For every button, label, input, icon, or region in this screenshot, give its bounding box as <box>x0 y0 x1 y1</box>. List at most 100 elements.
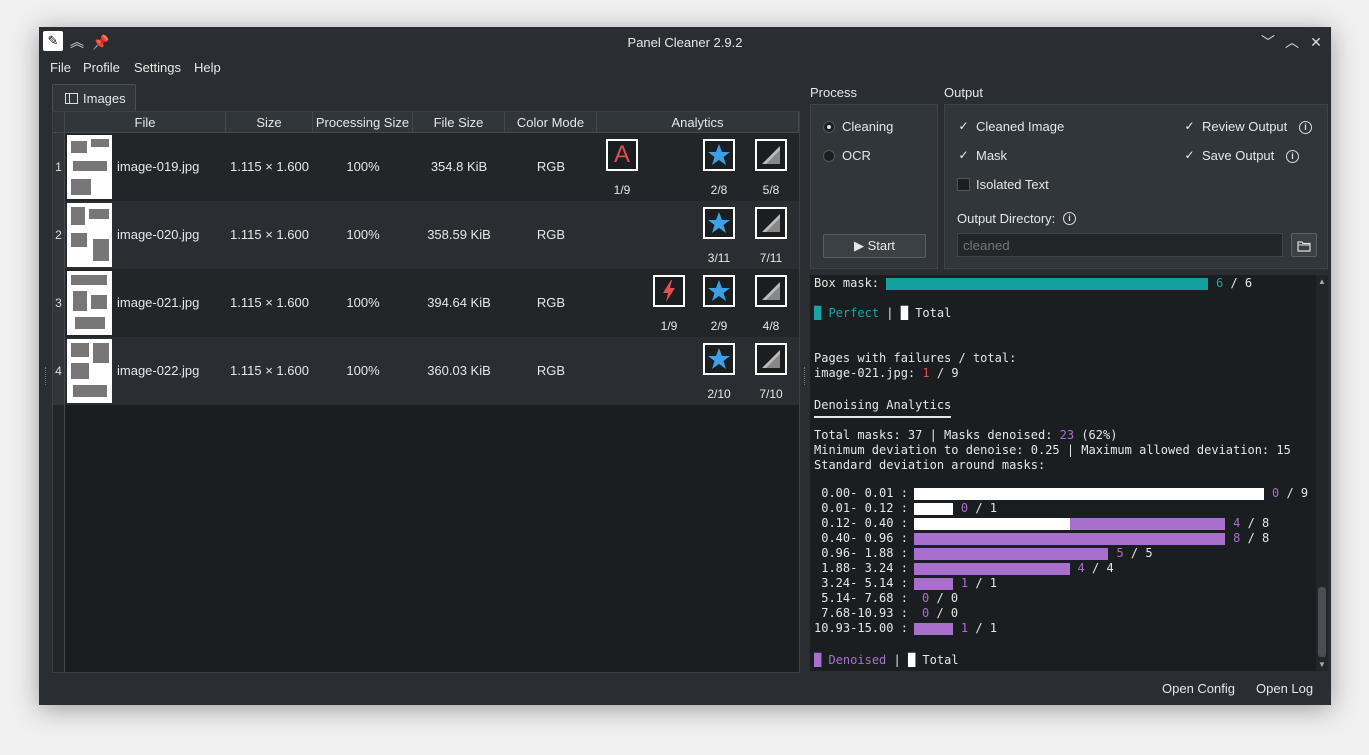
title-bar: ✎ ︽ 📌 Panel Cleaner 2.9.2 ﹀ ︿ ✕ <box>39 27 1331 57</box>
histogram-range-label: 0.40- 0.96 : <box>814 531 908 545</box>
processing-size: 100% <box>346 295 380 310</box>
letter-a-icon[interactable]: A <box>606 139 638 171</box>
histogram-count: 1 / 1 <box>960 621 998 635</box>
column-header-file-size[interactable]: File Size <box>413 112 505 133</box>
cleaning-radio[interactable] <box>823 121 835 133</box>
open-config-button[interactable]: Open Config <box>1162 681 1235 696</box>
file-name: image-020.jpg <box>117 227 200 242</box>
save-output-checkbox[interactable]: ✓ <box>1183 149 1196 162</box>
browse-folder-button[interactable] <box>1291 233 1317 257</box>
main-window: ✎ ︽ 📌 Panel Cleaner 2.9.2 ﹀ ︿ ✕ File Pro… <box>39 27 1331 705</box>
menu-help[interactable]: Help <box>194 60 221 75</box>
histogram-denoised-bar <box>914 533 1226 545</box>
ocr-radio[interactable] <box>823 150 835 162</box>
row-number[interactable]: 3 <box>53 269 65 337</box>
scroll-thumb[interactable] <box>1318 587 1326 657</box>
column-header-size[interactable]: Size <box>226 112 313 133</box>
lightning-icon[interactable] <box>653 275 685 307</box>
failures-line: image-021.jpg: 1 / 9 <box>814 366 959 380</box>
scroll-up-icon[interactable]: ▲ <box>1318 277 1326 286</box>
mask-gradient-icon[interactable] <box>755 139 787 171</box>
star-icon[interactable] <box>703 207 735 239</box>
review-output-checkbox[interactable]: ✓ <box>1183 120 1196 133</box>
histogram-range-label: 3.24- 5.14 : <box>814 576 908 590</box>
analytics-label: 3/11 <box>707 251 731 265</box>
column-header-file[interactable]: File <box>65 112 226 133</box>
histogram-range-label: 5.14- 7.68 : <box>814 591 908 605</box>
review-output-info-icon[interactable]: i <box>1299 121 1312 134</box>
file-name: image-019.jpg <box>117 159 200 174</box>
output-console[interactable]: Box mask: 6 / 6 █ Perfect | █ Total Page… <box>810 275 1316 671</box>
row-header-corner <box>53 112 65 133</box>
star-icon[interactable] <box>703 275 735 307</box>
minimize-icon[interactable]: ﹀ <box>1258 32 1278 52</box>
window-title: Panel Cleaner 2.9.2 <box>627 35 743 50</box>
thumbnail <box>67 339 112 403</box>
splitter-handle-middle[interactable] <box>804 367 807 385</box>
star-icon[interactable] <box>703 139 735 171</box>
menu-profile[interactable]: Profile <box>83 60 120 75</box>
output-directory-label: Output Directory: <box>957 211 1056 226</box>
cleaned-image-checkbox[interactable]: ✓ <box>957 120 970 133</box>
isolated-text-label[interactable]: Isolated Text <box>976 177 1049 192</box>
analytics-label: 2/10 <box>707 387 731 401</box>
start-button-label: Start <box>867 238 896 253</box>
row-number[interactable]: 2 <box>53 201 65 269</box>
menu-file[interactable]: File <box>50 60 71 75</box>
save-output-label[interactable]: Save Output <box>1202 148 1274 163</box>
histogram-range-label: 1.88- 3.24 : <box>814 561 908 575</box>
menu-bar: File Profile Settings Help <box>39 57 1331 79</box>
output-section-label: Output <box>944 85 984 100</box>
thumbnail <box>67 135 112 199</box>
scroll-down-icon[interactable]: ▼ <box>1318 660 1326 669</box>
mask-gradient-icon[interactable] <box>755 343 787 375</box>
output-directory-info-icon[interactable]: i <box>1063 212 1076 225</box>
open-log-button[interactable]: Open Log <box>1256 681 1313 696</box>
star-icon[interactable] <box>703 343 735 375</box>
processing-size: 100% <box>346 227 380 242</box>
file-name: image-022.jpg <box>117 363 200 378</box>
mask-gradient-icon[interactable] <box>755 207 787 239</box>
output-directory-input[interactable] <box>957 233 1283 257</box>
table-row[interactable]: image-021.jpg 1.115 × 1.600 100% 394.64 … <box>65 269 799 337</box>
start-button[interactable]: ▶ Start <box>823 234 926 258</box>
table-row[interactable]: image-019.jpg 1.115 × 1.600 100% 354.8 K… <box>65 133 799 201</box>
analytics-label: 1/9 <box>613 183 631 197</box>
column-header-processing-size[interactable]: Processing Size <box>313 112 413 133</box>
splitter-handle-left[interactable] <box>45 367 48 385</box>
table-row[interactable]: image-022.jpg 1.115 × 1.600 100% 360.03 … <box>65 337 799 405</box>
review-output-label[interactable]: Review Output <box>1202 119 1287 134</box>
play-icon: ▶ <box>853 238 868 253</box>
column-header-color-mode[interactable]: Color Mode <box>505 112 597 133</box>
analytics-label: 4/8 <box>762 319 780 333</box>
row-number[interactable]: 1 <box>53 133 65 201</box>
analytics-label: 7/10 <box>759 387 783 401</box>
cleaned-image-label[interactable]: Cleaned Image <box>976 119 1064 134</box>
image-list-icon <box>65 93 78 104</box>
color-mode: RGB <box>536 295 566 310</box>
row-number[interactable]: 4 <box>53 337 65 405</box>
isolated-text-checkbox[interactable] <box>957 178 970 191</box>
image-size: 1.115 × 1.600 <box>230 295 309 310</box>
histogram-count: 5 / 5 <box>1116 546 1153 560</box>
close-icon[interactable]: ✕ <box>1306 32 1326 52</box>
process-section-label: Process <box>810 85 857 100</box>
console-scrollbar[interactable]: ▲ ▼ <box>1316 275 1328 671</box>
cleaning-label[interactable]: Cleaning <box>842 119 893 134</box>
table-row[interactable]: image-020.jpg 1.115 × 1.600 100% 358.59 … <box>65 201 799 269</box>
legend-denoised-total: █ Denoised | █ Total <box>814 653 959 667</box>
tab-images[interactable]: Images <box>52 84 136 113</box>
mask-gradient-icon[interactable] <box>755 275 787 307</box>
mask-checkbox[interactable]: ✓ <box>957 149 970 162</box>
output-group: ✓ Cleaned Image ✓ Mask Isolated Text ✓ R… <box>944 104 1328 269</box>
analytics-label: 7/11 <box>759 251 783 265</box>
column-header-analytics[interactable]: Analytics <box>597 112 799 133</box>
mask-label[interactable]: Mask <box>976 148 1007 163</box>
images-table[interactable]: File Size Processing Size File Size Colo… <box>52 111 800 673</box>
ocr-label[interactable]: OCR <box>842 148 871 163</box>
histogram-denoised-bar <box>1069 518 1226 530</box>
maximize-icon[interactable]: ︿ <box>1282 32 1302 52</box>
save-output-info-icon[interactable]: i <box>1286 150 1299 163</box>
color-mode: RGB <box>536 227 566 242</box>
menu-settings[interactable]: Settings <box>134 60 181 75</box>
